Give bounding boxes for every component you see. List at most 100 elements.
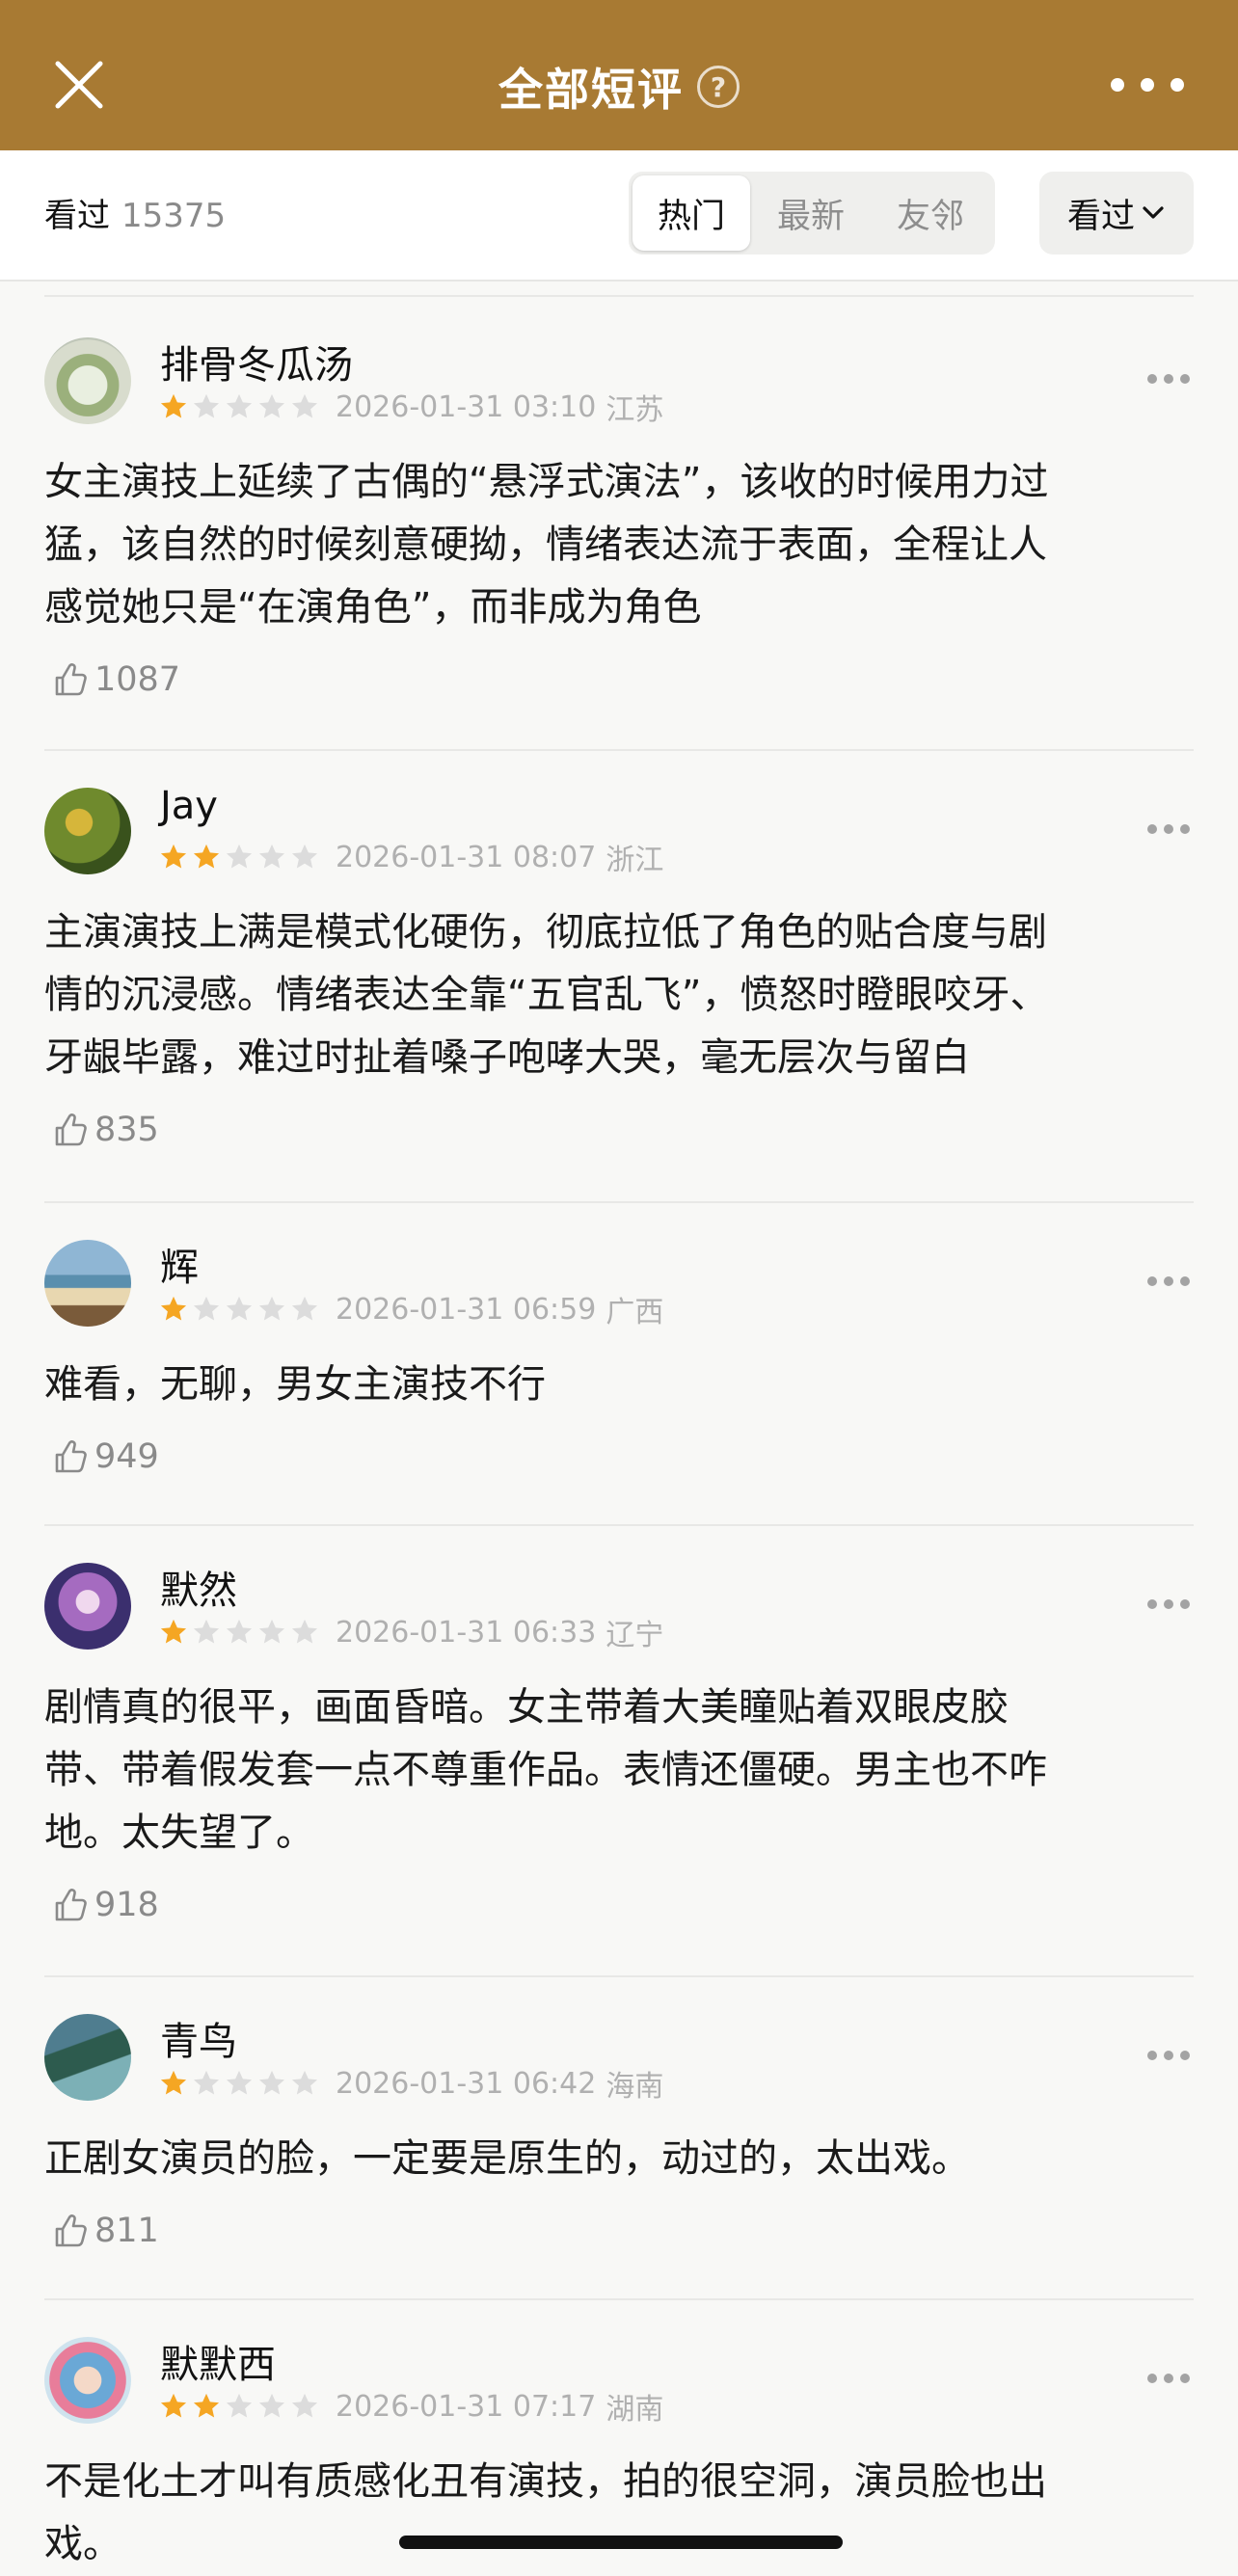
star-rating	[158, 2068, 322, 2099]
star-empty-icon	[258, 2070, 285, 2095]
star-empty-icon	[258, 844, 285, 869]
star-filled-icon	[193, 844, 220, 869]
top-bar: 全部短评 ?	[0, 0, 1238, 150]
star-rating	[158, 1294, 322, 1325]
star-empty-icon	[226, 1296, 253, 1321]
avatar[interactable]	[44, 337, 131, 424]
avatar[interactable]	[44, 1563, 131, 1650]
like-button[interactable]: 1087	[48, 658, 180, 701]
star-filled-icon	[160, 1619, 187, 1644]
star-filled-icon	[193, 2393, 220, 2418]
star-filled-icon	[160, 1296, 187, 1321]
review-more-button[interactable]	[1147, 824, 1190, 836]
status-filter-label: 看过	[1066, 197, 1135, 236]
star-filled-icon	[160, 2393, 187, 2418]
star-empty-icon	[226, 844, 253, 869]
question-circle-icon[interactable]: ?	[697, 66, 740, 108]
review-text: 主演演技上满是模式化硬伤，彻底拉低了角色的贴合度与剧 情的沉浸感。情绪表达全靠“五…	[44, 901, 1198, 1089]
status-filter-dropdown[interactable]: 看过	[1039, 172, 1194, 255]
star-empty-icon	[291, 844, 318, 869]
watched-summary: 看过 15375	[44, 189, 226, 236]
star-empty-icon	[291, 393, 318, 418]
more-horizontal-icon	[1147, 824, 1157, 834]
like-button[interactable]: 835	[48, 1109, 159, 1151]
review-more-button[interactable]	[1147, 1276, 1190, 1288]
username[interactable]: 辉	[160, 1236, 199, 1292]
star-empty-icon	[226, 1619, 253, 1644]
review-text: 难看，无聊，男女主演技不行	[44, 1354, 1198, 1416]
review-text-line: 不是化土才叫有质感化丑有演技，拍的很空洞，演员脸也出	[44, 2459, 1047, 2504]
username[interactable]: 默默西	[160, 2333, 276, 2389]
like-count: 811	[94, 2212, 159, 2250]
review-more-button[interactable]	[1147, 2051, 1190, 2062]
more-horizontal-icon	[1147, 374, 1157, 384]
watched-count: 15375	[121, 197, 227, 235]
review-text: 女主演技上延续了古偶的“悬浮式演法”，该收的时候用力过 猛，该自然的时候刻意硬拗，…	[44, 451, 1198, 639]
avatar[interactable]	[44, 1240, 131, 1327]
tab-friends[interactable]: 友邻	[872, 175, 989, 251]
tab-hot[interactable]: 热门	[632, 175, 750, 251]
star-empty-icon	[226, 2393, 253, 2418]
review-meta: 2026-01-31 06:42 海南	[158, 2064, 664, 2104]
review-text: 不是化土才叫有质感化丑有演技，拍的很空洞，演员脸也出 戏。	[44, 2451, 1198, 2576]
review-more-button[interactable]	[1147, 2374, 1190, 2385]
star-empty-icon	[193, 393, 220, 418]
review-text-line: 剧情真的很平，画面昏暗。女主带着大美瞳贴着双眼皮胶	[44, 1685, 1009, 1730]
avatar[interactable]	[44, 788, 131, 874]
more-options-button[interactable]	[1111, 67, 1184, 102]
review-meta: 2026-01-31 06:59 广西	[158, 1290, 664, 1329]
like-button[interactable]: 811	[48, 2210, 159, 2252]
username[interactable]: 默然	[160, 1559, 237, 1615]
review-text-line: 正剧女演员的脸，一定要是原生的，动过的，太出戏。	[44, 2136, 970, 2181]
star-empty-icon	[258, 2393, 285, 2418]
page-title: 全部短评	[498, 64, 684, 116]
more-horizontal-icon	[1147, 1599, 1157, 1609]
review-meta: 2026-01-31 07:17 湖南	[158, 2387, 664, 2427]
review-divider	[44, 2298, 1194, 2300]
star-empty-icon	[291, 1619, 318, 1644]
review-divider	[44, 295, 1194, 297]
star-filled-icon	[160, 2070, 187, 2095]
review-divider	[44, 1201, 1194, 1203]
thumbs-up-icon	[55, 1440, 87, 1473]
avatar[interactable]	[44, 2337, 131, 2424]
username[interactable]: Jay	[160, 784, 218, 828]
review-text-line: 感觉她只是“在演角色”，而非成为角色	[44, 585, 702, 630]
like-button[interactable]: 949	[48, 1436, 159, 1478]
review-text: 剧情真的很平，画面昏暗。女主带着大美瞳贴着双眼皮胶 带、带着假发套一点不尊重作品。…	[44, 1677, 1198, 1865]
star-rating	[158, 2391, 322, 2422]
username[interactable]: 青鸟	[160, 2010, 237, 2066]
username[interactable]: 排骨冬瓜汤	[160, 334, 353, 389]
review-text-line: 带、带着假发套一点不尊重作品。表情还僵硬。男主也不咋	[44, 1748, 1047, 1792]
star-rating	[158, 391, 322, 422]
review-more-button[interactable]	[1147, 1599, 1190, 1611]
review-text-line: 猛，该自然的时候刻意硬拗，情绪表达流于表面，全程让人	[44, 523, 1047, 567]
star-empty-icon	[226, 393, 253, 418]
more-horizontal-icon	[1147, 2374, 1157, 2383]
review-more-button[interactable]	[1147, 374, 1190, 386]
more-horizontal-icon	[1147, 2051, 1157, 2060]
tab-latest[interactable]: 最新	[752, 175, 870, 251]
review-location: 广西	[606, 1296, 664, 1329]
review-text: 正剧女演员的脸，一定要是原生的，动过的，太出戏。	[44, 2128, 1198, 2190]
star-empty-icon	[291, 1296, 318, 1321]
review-meta: 2026-01-31 06:33 辽宁	[158, 1613, 663, 1652]
review-divider	[44, 749, 1194, 751]
star-empty-icon	[193, 1296, 220, 1321]
thumbs-up-icon	[55, 663, 87, 696]
review-divider	[44, 1524, 1194, 1526]
review-location: 湖南	[606, 2393, 664, 2427]
review-date: 2026-01-31 06:59	[336, 1292, 597, 1327]
watched-label: 看过	[44, 197, 110, 235]
star-empty-icon	[258, 393, 285, 418]
like-button[interactable]: 918	[48, 1884, 159, 1926]
star-filled-icon	[160, 844, 187, 869]
review-date: 2026-01-31 06:42	[336, 2066, 597, 2101]
review-location: 海南	[606, 2070, 664, 2104]
star-rating	[158, 842, 322, 872]
title-area: 全部短评 ?	[0, 52, 1238, 121]
avatar[interactable]	[44, 2014, 131, 2101]
star-filled-icon	[160, 393, 187, 418]
divider	[0, 280, 1238, 282]
star-empty-icon	[258, 1296, 285, 1321]
